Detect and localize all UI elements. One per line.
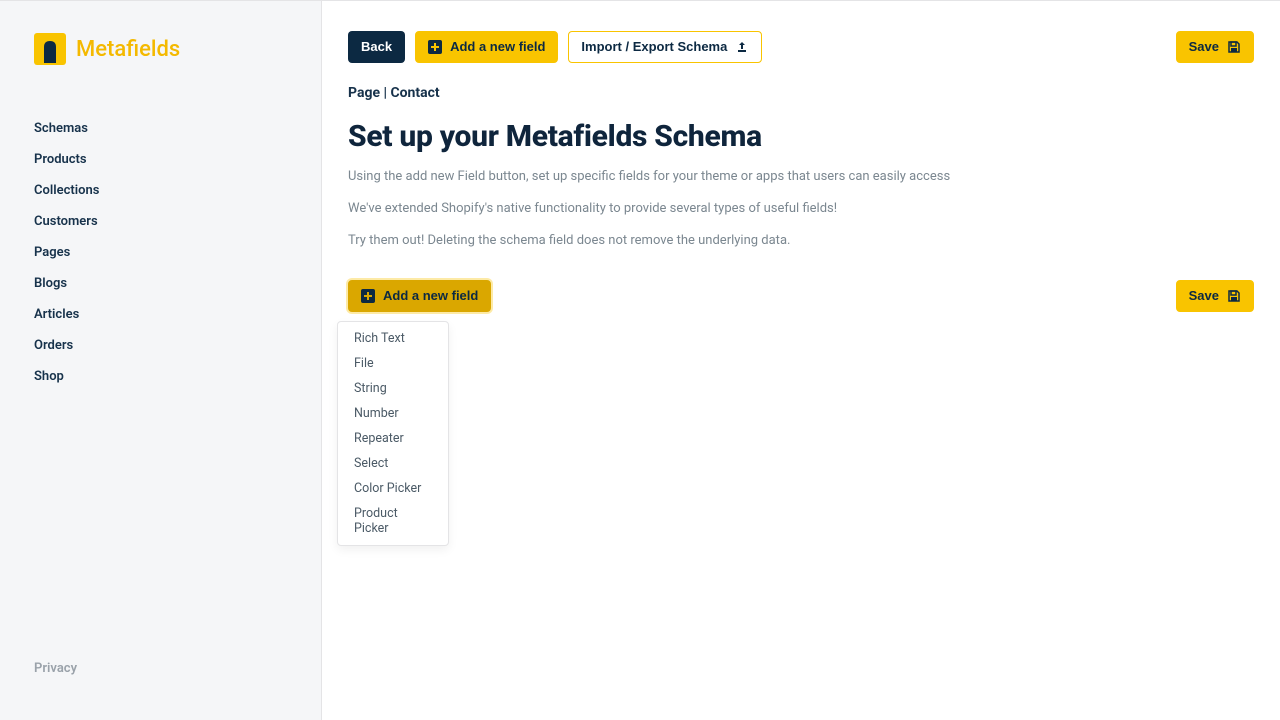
import-export-button-label: Import / Export Schema (581, 39, 727, 55)
dropdown-item-rich-text[interactable]: Rich Text (338, 326, 448, 351)
sidebar: Metafields Schemas Products Collections … (0, 1, 322, 720)
dropdown-item-select[interactable]: Select (338, 451, 448, 476)
toolbar: Back Add a new field Import / Export Sch… (348, 31, 1254, 63)
field-type-dropdown: Rich Text File String Number Repeater Se… (337, 321, 449, 546)
save-icon (1227, 40, 1241, 54)
brand-name: Metafields (76, 37, 180, 62)
dropdown-item-string[interactable]: String (338, 376, 448, 401)
sidebar-item-collections[interactable]: Collections (34, 183, 321, 198)
dropdown-item-repeater[interactable]: Repeater (338, 426, 448, 451)
sidebar-item-schemas[interactable]: Schemas (34, 121, 321, 136)
privacy-link[interactable]: Privacy (34, 661, 321, 676)
page-desc-1: Using the add new Field button, set up s… (348, 168, 1254, 186)
page-title: Set up your Metafields Schema (348, 119, 1254, 154)
dropdown-item-number[interactable]: Number (338, 401, 448, 426)
sidebar-item-shop[interactable]: Shop (34, 369, 321, 384)
save-button-top[interactable]: Save (1176, 31, 1254, 63)
save-icon (1227, 289, 1241, 303)
back-button-label: Back (361, 39, 392, 55)
actions-row: Add a new field Rich Text File String Nu… (348, 280, 1254, 312)
sidebar-item-products[interactable]: Products (34, 152, 321, 167)
page-desc-3: Try them out! Deleting the schema field … (348, 232, 1254, 250)
import-export-button[interactable]: Import / Export Schema (568, 31, 762, 63)
sidebar-item-blogs[interactable]: Blogs (34, 276, 321, 291)
plus-icon (361, 289, 375, 303)
dropdown-item-file[interactable]: File (338, 351, 448, 376)
upload-icon (735, 40, 749, 54)
sidebar-item-pages[interactable]: Pages (34, 245, 321, 260)
dropdown-item-color-picker[interactable]: Color Picker (338, 476, 448, 501)
save-button[interactable]: Save (1176, 280, 1254, 312)
add-field-button[interactable]: Add a new field (348, 280, 491, 312)
add-field-button-top-label: Add a new field (450, 39, 545, 55)
nav: Schemas Products Collections Customers P… (34, 121, 321, 661)
breadcrumb: Page | Contact (348, 85, 1254, 101)
add-field-button-top[interactable]: Add a new field (415, 31, 558, 63)
brand: Metafields (34, 33, 321, 65)
sidebar-item-customers[interactable]: Customers (34, 214, 321, 229)
save-button-top-label: Save (1189, 39, 1219, 55)
save-button-label: Save (1189, 288, 1219, 304)
sidebar-item-articles[interactable]: Articles (34, 307, 321, 322)
brand-logo-icon (34, 33, 66, 65)
plus-icon (428, 40, 442, 54)
main-content: Back Add a new field Import / Export Sch… (322, 1, 1280, 720)
back-button[interactable]: Back (348, 31, 405, 63)
sidebar-item-orders[interactable]: Orders (34, 338, 321, 353)
page-desc-2: We've extended Shopify's native function… (348, 200, 1254, 218)
add-field-button-label: Add a new field (383, 288, 478, 304)
dropdown-item-product-picker[interactable]: Product Picker (338, 501, 448, 541)
